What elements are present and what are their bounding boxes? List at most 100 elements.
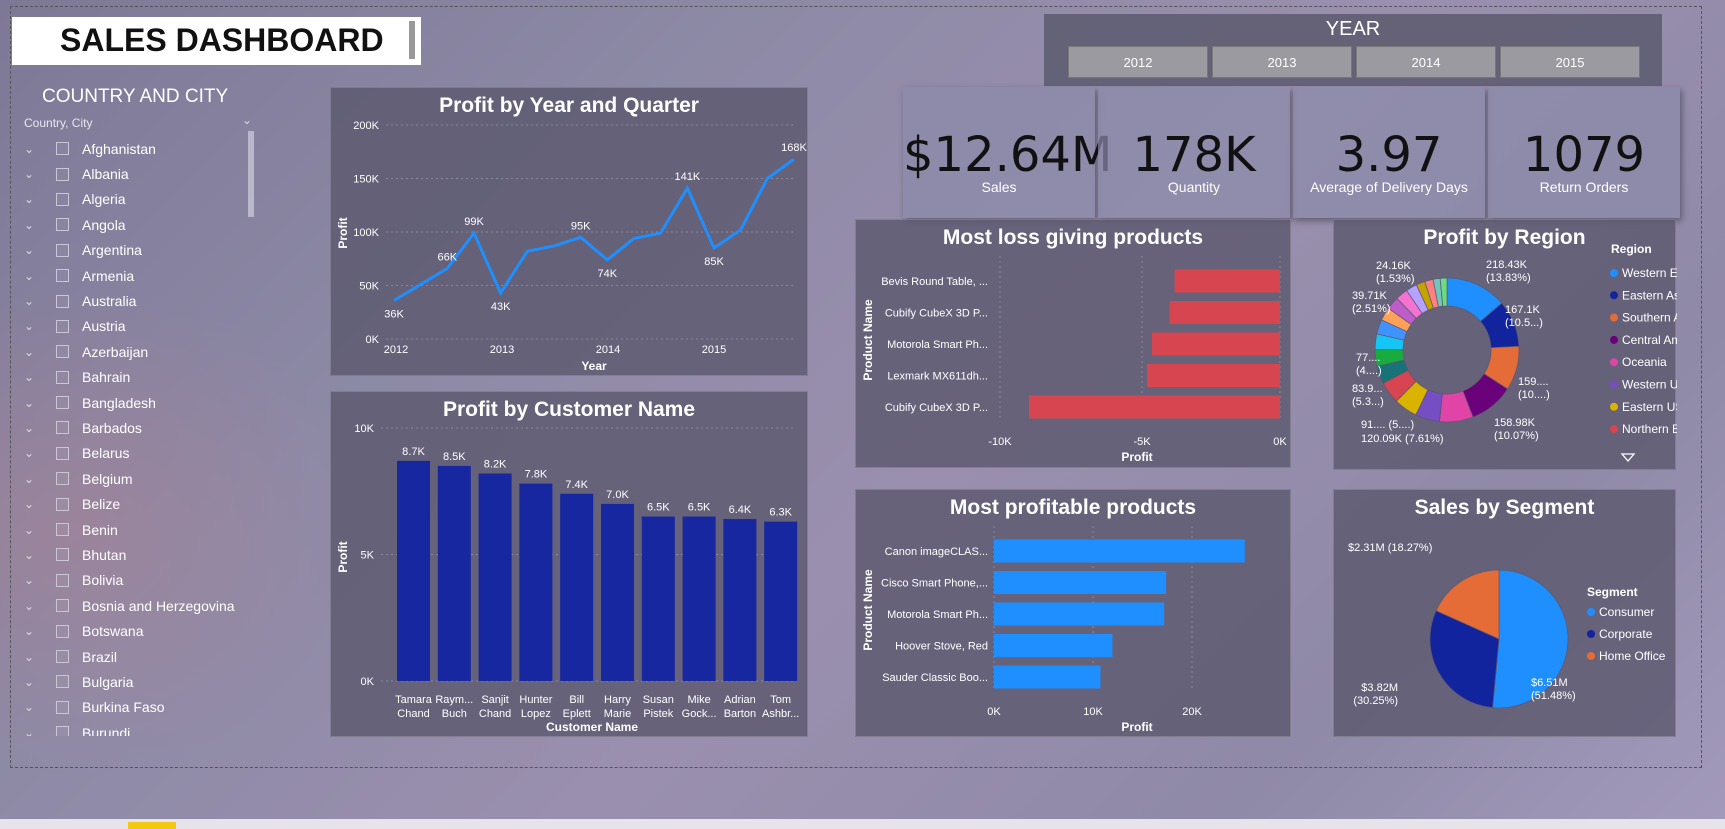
checkbox[interactable]	[56, 573, 69, 587]
chevron-down-icon[interactable]: ⌄	[24, 472, 46, 486]
chevron-down-icon[interactable]: ⌄	[24, 243, 46, 257]
slicer-item[interactable]: ⌄ Burkina Faso	[20, 695, 260, 720]
chevron-down-icon[interactable]: ⌄	[24, 650, 46, 664]
checkbox[interactable]	[56, 548, 69, 562]
checkbox[interactable]	[56, 599, 69, 613]
checkbox[interactable]	[56, 269, 69, 283]
checkbox[interactable]	[56, 294, 69, 308]
chevron-down-icon[interactable]: ⌄	[24, 497, 46, 511]
loss-bar-chart[interactable]: -10K -5K 0K Bevis Round Table, ... Cubify Cu…	[856, 220, 1292, 469]
chevron-down-icon[interactable]: ⌄	[24, 269, 46, 283]
chevron-down-icon[interactable]: ⌄	[24, 370, 46, 384]
chevron-down-icon[interactable]: ⌄	[24, 396, 46, 410]
data-label: (5.3...)	[1352, 396, 1384, 408]
slicer-scrollbar[interactable]	[248, 131, 254, 217]
chevron-down-icon[interactable]: ⌄	[24, 726, 46, 736]
x-tick-label: Harry	[604, 694, 631, 706]
checkbox[interactable]	[56, 218, 69, 232]
chevron-down-icon[interactable]: ⌄	[24, 523, 46, 537]
chevron-down-icon[interactable]: ⌄	[242, 113, 252, 127]
chevron-down-icon[interactable]: ⌄	[24, 700, 46, 714]
slicer-field-header[interactable]: Country, City ⌄	[24, 113, 260, 130]
checkbox[interactable]	[56, 523, 69, 537]
slicer-item[interactable]: ⌄ Brazil	[20, 644, 260, 669]
checkbox[interactable]	[56, 446, 69, 460]
profit-line-chart[interactable]: 0K 50K 100K 150K 200K 36K 66K 99K 43K 95K 74K 141K 8…	[331, 88, 809, 377]
year-option-2012[interactable]: 2012	[1068, 46, 1208, 78]
year-option-2014[interactable]: 2014	[1356, 46, 1496, 78]
y-tick-label: 200K	[353, 120, 379, 132]
slicer-item[interactable]: ⌄ Azerbaijan	[20, 339, 260, 364]
chevron-down-icon[interactable]: ⌄	[24, 218, 46, 232]
chevron-down-icon[interactable]: ⌄	[24, 675, 46, 689]
chevron-down-icon[interactable]: ⌄	[24, 446, 46, 460]
bar	[1174, 269, 1280, 293]
x-tick-label: Lopez	[521, 708, 551, 720]
checkbox[interactable]	[56, 421, 69, 435]
region-donut-chart[interactable]: 218.43K(13.83%)167.1K(10.5...)159....(10…	[1334, 220, 1677, 471]
slicer-item[interactable]: ⌄ Austria	[20, 314, 260, 339]
kpi-value: 3.97	[1335, 127, 1443, 183]
slicer-item[interactable]: ⌄ Armenia	[20, 263, 260, 288]
chevron-down-icon[interactable]: ⌄	[24, 167, 46, 181]
slicer-item[interactable]: ⌄ Bulgaria	[20, 669, 260, 694]
slicer-item[interactable]: ⌄ Afghanistan	[20, 136, 260, 161]
y-axis-title: Profit	[336, 541, 350, 572]
customer-bar-chart[interactable]: 0K 5K 10K 8.7K Tamara Chand 8.5K Raym... Buch 8.2…	[331, 392, 809, 738]
checkbox[interactable]	[56, 700, 69, 714]
slicer-item[interactable]: ⌄ Benin	[20, 517, 260, 542]
checkbox[interactable]	[56, 243, 69, 257]
slicer-item[interactable]: ⌄ Angola	[20, 212, 260, 237]
slicer-item[interactable]: ⌄ Albania	[20, 161, 260, 186]
data-label: 83.9...	[1352, 383, 1383, 395]
slicer-item[interactable]: ⌄ Botswana	[20, 618, 260, 643]
data-label: 95K	[571, 220, 591, 232]
slicer-item[interactable]: ⌄ Bahrain	[20, 365, 260, 390]
checkbox[interactable]	[56, 675, 69, 689]
chevron-down-icon[interactable]: ⌄	[24, 142, 46, 156]
checkbox[interactable]	[56, 345, 69, 359]
chevron-down-icon[interactable]: ⌄	[24, 192, 46, 206]
checkbox[interactable]	[56, 192, 69, 206]
slicer-item[interactable]: ⌄ Burundi	[20, 720, 260, 736]
checkbox[interactable]	[56, 370, 69, 384]
chevron-down-icon[interactable]: ⌄	[24, 599, 46, 613]
chevron-down-icon[interactable]: ⌄	[24, 294, 46, 308]
y-tick-label: Hoover Stove, Red	[895, 641, 988, 653]
legend-marker	[1610, 335, 1618, 344]
slicer-item[interactable]: ⌄ Algeria	[20, 187, 260, 212]
segment-pie-chart[interactable]: $6.51M(51.48%) $3.82M(30.25%) $2.31M (18.2…	[1334, 490, 1677, 738]
checkbox[interactable]	[56, 624, 69, 638]
chevron-down-icon[interactable]: ⌄	[24, 573, 46, 587]
slicer-item[interactable]: ⌄ Bosnia and Herzegovina	[20, 593, 260, 618]
chevron-down-icon[interactable]: ⌄	[24, 421, 46, 435]
sales-by-segment-panel: Sales by Segment $6.51M (51.48%) $3.82M (30…	[1333, 489, 1676, 737]
checkbox[interactable]	[56, 396, 69, 410]
chevron-down-icon[interactable]: ⌄	[24, 345, 46, 359]
slicer-item[interactable]: ⌄ Belize	[20, 491, 260, 516]
checkbox[interactable]	[56, 472, 69, 486]
slicer-item[interactable]: ⌄ Bhutan	[20, 542, 260, 567]
year-option-2013[interactable]: 2013	[1212, 46, 1352, 78]
legend-label: Eastern US	[1622, 400, 1677, 414]
year-option-2015[interactable]: 2015	[1500, 46, 1640, 78]
slicer-item[interactable]: ⌄ Argentina	[20, 238, 260, 263]
chevron-down-icon[interactable]: ⌄	[24, 319, 46, 333]
chevron-down-icon[interactable]: ⌄	[24, 624, 46, 638]
slicer-item[interactable]: ⌄ Australia	[20, 288, 260, 313]
slicer-item[interactable]: ⌄ Bolivia	[20, 568, 260, 593]
slicer-item[interactable]: ⌄ Belgium	[20, 466, 260, 491]
slicer-item[interactable]: ⌄ Barbados	[20, 415, 260, 440]
chevron-down-icon[interactable]: ⌄	[24, 548, 46, 562]
checkbox[interactable]	[56, 726, 69, 736]
data-label: 158.98K	[1494, 417, 1536, 429]
checkbox[interactable]	[56, 167, 69, 181]
page-tab-active[interactable]	[128, 822, 176, 829]
slicer-item[interactable]: ⌄ Belarus	[20, 441, 260, 466]
profitable-bar-chart[interactable]: 0K 10K 20K Canon imageCLAS... Cisco Smart Ph…	[856, 490, 1292, 738]
slicer-item[interactable]: ⌄ Bangladesh	[20, 390, 260, 415]
checkbox[interactable]	[56, 142, 69, 156]
checkbox[interactable]	[56, 650, 69, 663]
checkbox[interactable]	[56, 319, 69, 333]
checkbox[interactable]	[56, 497, 69, 511]
